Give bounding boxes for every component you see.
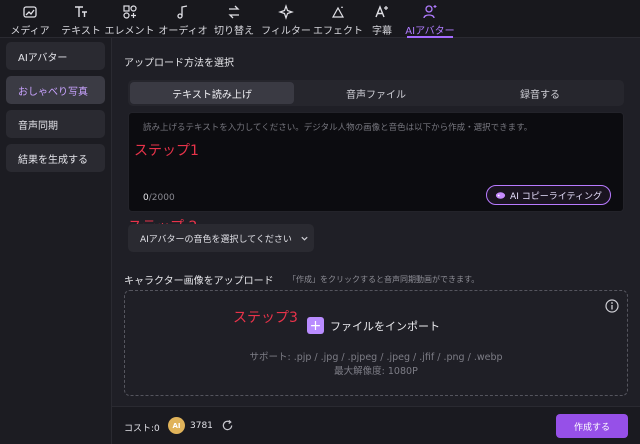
sidebar-item-lip-sync[interactable]: 音声同期 bbox=[6, 110, 105, 138]
script-text-input[interactable]: 読み上げるテキストを入力してください。デジタル人物の画像と音色は以下から作成・選… bbox=[128, 112, 624, 212]
tool-ai-avatar-label: AIアバター bbox=[405, 26, 455, 37]
tool-text[interactable]: テキスト bbox=[60, 0, 102, 38]
effect-icon bbox=[331, 6, 345, 18]
tool-audio-label: オーディオ bbox=[158, 26, 208, 37]
char-limit: /2000 bbox=[148, 193, 175, 203]
tool-element-label: エレメント bbox=[104, 26, 155, 37]
tab-audio-file[interactable]: 音声ファイル bbox=[294, 82, 458, 104]
sidebar-item-label: AIアバター bbox=[18, 52, 68, 64]
upload-method-title: アップロード方法を選択 bbox=[124, 58, 234, 69]
tool-text-label: テキスト bbox=[61, 26, 101, 37]
transition-icon bbox=[228, 5, 240, 19]
input-method-tabs: テキスト読み上げ 音声ファイル 録音する bbox=[128, 80, 624, 106]
ai-copywriting-label: AI コピーライティング bbox=[510, 191, 602, 202]
max-resolution: 最大解像度: 1080P bbox=[334, 366, 418, 377]
tool-filter[interactable]: フィルター bbox=[259, 0, 313, 38]
step1-annotation: ステップ1 bbox=[134, 143, 199, 159]
char-counter: 0/2000 bbox=[143, 193, 175, 203]
info-icon[interactable] bbox=[605, 299, 619, 313]
create-button[interactable]: 作成する bbox=[556, 414, 628, 438]
sidebar-item-ai-avatar[interactable]: AIアバター bbox=[6, 42, 105, 70]
tool-subtitle[interactable]: 字幕 bbox=[363, 0, 401, 38]
voice-select-dropdown[interactable]: AIアバターの音色を選択してください bbox=[128, 224, 314, 252]
ai-credit-coin-icon: AI bbox=[168, 417, 185, 434]
credit-balance: 3781 bbox=[190, 421, 213, 431]
tool-filter-label: フィルター bbox=[261, 26, 311, 37]
step3-annotation: ステップ3 bbox=[233, 310, 298, 326]
ai-avatar-icon bbox=[423, 5, 437, 19]
tool-subtitle-label: 字幕 bbox=[372, 26, 392, 37]
tool-ai-avatar[interactable]: AIアバター bbox=[401, 0, 459, 38]
element-icon bbox=[122, 5, 137, 19]
sidebar-item-label: 結果を生成する bbox=[18, 154, 88, 166]
audio-icon bbox=[177, 5, 188, 19]
sidebar-item-generate-result[interactable]: 結果を生成する bbox=[6, 144, 105, 172]
main-panel: アップロード方法を選択 テキスト読み上げ 音声ファイル 録音する 読み上げるテキ… bbox=[112, 38, 640, 406]
tool-effect[interactable]: エフェクト bbox=[313, 0, 363, 38]
subtitle-icon bbox=[375, 5, 388, 18]
coin-label: AI bbox=[172, 421, 181, 430]
tab-record[interactable]: 録音する bbox=[458, 82, 622, 104]
plus-icon: + bbox=[307, 317, 324, 334]
text-icon bbox=[75, 6, 87, 17]
voice-select-label: AIアバターの音色を選択してください bbox=[140, 234, 292, 245]
character-upload-title: キャラクター画像をアップロード bbox=[124, 276, 274, 287]
supported-formats: サポート: .pjp / .jpg / .pjpeg / .jpeg / .jf… bbox=[249, 352, 503, 363]
tool-media-label: メディア bbox=[10, 26, 50, 37]
filter-icon bbox=[278, 4, 294, 20]
media-icon bbox=[23, 6, 37, 18]
tool-element[interactable]: エレメント bbox=[102, 0, 157, 38]
tool-transition-label: 切り替え bbox=[214, 26, 254, 37]
sidebar-item-talking-photo[interactable]: おしゃべり写真 bbox=[6, 76, 105, 104]
tool-audio[interactable]: オーディオ bbox=[157, 0, 209, 38]
sidebar-item-label: おしゃべり写真 bbox=[18, 86, 88, 98]
top-toolbar: メディア テキスト エレメント オーディオ 切り替え フィルター エフェクト 字… bbox=[0, 0, 640, 38]
sidebar-item-label: 音声同期 bbox=[18, 120, 58, 132]
cost-label: コスト:0 bbox=[124, 424, 160, 434]
character-upload-hint: 「作成」をクリックすると音声同期動画ができます。 bbox=[288, 275, 480, 284]
tool-media[interactable]: メディア bbox=[0, 0, 60, 38]
tool-transition[interactable]: 切り替え bbox=[209, 0, 259, 38]
ai-sparkle-icon bbox=[495, 191, 506, 199]
tool-effect-label: エフェクト bbox=[313, 26, 363, 37]
import-file-label: ファイルをインポート bbox=[330, 319, 440, 333]
sidebar: AIアバター おしゃべり写真 音声同期 結果を生成する bbox=[0, 38, 112, 444]
script-text-placeholder: 読み上げるテキストを入力してください。デジタル人物の画像と音色は以下から作成・選… bbox=[143, 123, 533, 133]
tab-text-to-speech[interactable]: テキスト読み上げ bbox=[130, 82, 294, 104]
import-file-button[interactable]: + ファイルをインポート bbox=[307, 317, 440, 334]
footer-bar: コスト:0 AI 3781 作成する bbox=[112, 406, 640, 444]
refresh-icon[interactable] bbox=[221, 419, 234, 432]
chevron-down-icon bbox=[301, 236, 308, 241]
ai-copywriting-button[interactable]: AI コピーライティング bbox=[486, 185, 611, 205]
image-upload-area[interactable]: ステップ3 + ファイルをインポート サポート: .pjp / .jpg / .… bbox=[124, 290, 628, 396]
